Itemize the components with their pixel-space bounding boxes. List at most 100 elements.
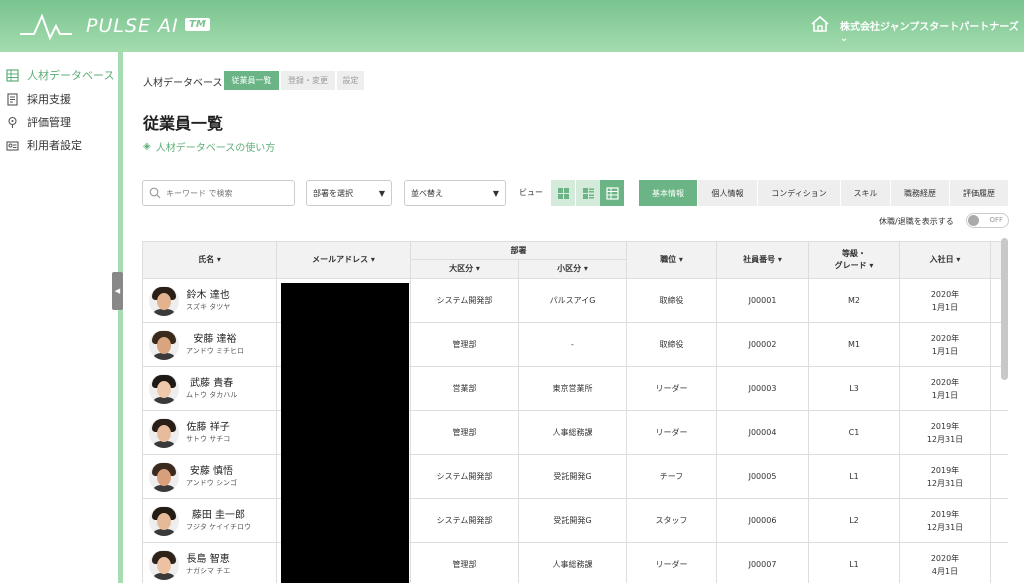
table-row-name[interactable]: 安藤 達裕 アンドウ ミチヒロ (142, 322, 277, 367)
sidebar-item-label: 利用者設定 (27, 139, 82, 152)
grade-cell: M2 (808, 278, 900, 323)
sidebar-item-label: 採用支援 (27, 93, 71, 106)
grade-cell: M1 (808, 322, 900, 367)
view-list-detail-button[interactable] (576, 180, 600, 206)
tab-work-history[interactable]: 職務経歴 (891, 180, 950, 206)
employee-name-kanji: 佐藤 祥子 (186, 421, 230, 433)
employee-name: 藤田 圭一郎 フジタ ケイイチロウ (186, 509, 251, 533)
sidebar-collapse-button[interactable]: ◀ (112, 272, 123, 310)
position-cell: リーダー (626, 410, 717, 455)
view-grid-button[interactable] (551, 180, 575, 206)
joined-year: 2020年 (930, 553, 960, 563)
home-icon[interactable] (810, 14, 830, 34)
header-minor-division[interactable]: 小区分 ▾ (518, 259, 627, 279)
position-cell: リーダー (626, 542, 717, 583)
caret-down-icon: ▼ (492, 188, 499, 198)
employee-name-kanji: 藤田 圭一郎 (191, 509, 246, 521)
company-menu[interactable]: 株式会社ジャンプスタートパートナーズ ⌄ (840, 18, 1024, 44)
header-name[interactable]: 氏名 ▾ (142, 241, 277, 279)
avatar-body (151, 528, 177, 536)
employee-name: 安藤 慎悟 アンドウ シンゴ (186, 465, 237, 489)
employee-name-kana: ムトウ タカハル (186, 390, 238, 399)
show-retired-toggle[interactable]: OFF (966, 213, 1009, 228)
toggle-label: 休職/退職を表示する (879, 217, 954, 226)
tab-personal-info[interactable]: 個人情報 (698, 180, 758, 206)
department-select-value: 部署を選択 (313, 188, 353, 198)
table-row-name[interactable]: 武藤 貴春 ムトウ タカハル (142, 366, 277, 411)
department-select[interactable]: 部署を選択 ▼ (306, 180, 392, 206)
sort-select[interactable]: 並べ替え ▼ (404, 180, 506, 206)
header-employee-number[interactable]: 社員番号 ▾ (716, 241, 809, 279)
joined-day: 1月1日 (931, 390, 959, 400)
tab-condition[interactable]: コンディション (758, 180, 841, 206)
tab-basic-info[interactable]: 基本情報 (639, 180, 698, 206)
table-row-name[interactable]: 佐藤 祥子 サトウ サチコ (142, 410, 277, 455)
tab-skills[interactable]: スキル (841, 180, 891, 206)
minor-cell: 受託開発G (518, 454, 627, 499)
avatar[interactable] (149, 461, 179, 492)
avatar[interactable] (149, 505, 179, 536)
major-cell: 営業部 (410, 366, 519, 411)
header-department: 部署 (410, 241, 627, 260)
avatar-body (151, 352, 177, 360)
table-row-name[interactable]: 藤田 圭一郎 フジタ ケイイチロウ (142, 498, 277, 543)
joined-date-cell: 2020年 4月1日 (899, 542, 991, 583)
tab-evaluation-history[interactable]: 評価履歴 (950, 180, 1009, 206)
avatar[interactable] (149, 549, 179, 580)
header-major-division[interactable]: 大区分 ▾ (410, 259, 519, 279)
breadcrumb-title: 人材データベース (143, 78, 223, 89)
joined-day: 12月31日 (926, 478, 964, 488)
employee-name-kanji: 安藤 達裕 (193, 333, 237, 345)
employee-name-kana: アンドウ シンゴ (186, 478, 237, 487)
no-cell: J00003 (716, 366, 809, 411)
avatar-face (157, 380, 171, 398)
search-box[interactable] (142, 180, 295, 206)
view-table-button[interactable] (600, 180, 624, 206)
joined-date-value: 2020年 4月1日 (931, 552, 959, 578)
employee-name-kana: アンドウ ミチヒロ (186, 346, 244, 355)
joined-date-value: 2020年 1月1日 (931, 288, 959, 314)
tab-register-edit[interactable]: 登録・変更 (281, 71, 335, 90)
sidebar-item-evaluation[interactable]: 評価管理 (6, 112, 71, 132)
header-position[interactable]: 職位 ▾ (626, 241, 717, 279)
header-joined-date[interactable]: 入社日 ▾ (899, 241, 991, 279)
grade-cell: L2 (808, 498, 900, 543)
major-cell: システム開発部 (410, 278, 519, 323)
header-grade[interactable]: 等級・ グレード ▾ (808, 241, 900, 279)
joined-date-value: 2019年 12月31日 (927, 420, 963, 446)
table-row-name[interactable]: 安藤 慎悟 アンドウ シンゴ (142, 454, 277, 499)
email-redaction-block (281, 283, 409, 583)
sidebar-item-user-settings[interactable]: 利用者設定 (6, 135, 82, 155)
major-cell: 管理部 (410, 322, 519, 367)
table-scrollbar[interactable] (1001, 238, 1008, 380)
joined-year: 2020年 (930, 289, 960, 299)
avatar[interactable] (149, 417, 179, 448)
avatar[interactable] (149, 373, 179, 404)
sidebar-item-label: 人材データベース (27, 69, 115, 82)
employee-name-kanji: 長島 智恵 (186, 553, 230, 565)
avatar[interactable] (149, 285, 179, 316)
sidebar-item-recruiting[interactable]: 採用支援 (6, 89, 71, 109)
employee-name-kanji: 武藤 貴春 (190, 377, 234, 389)
page-title: 従業員一覧 (143, 114, 224, 133)
table-row-name[interactable]: 鈴木 達也 スズキ タツヤ (142, 278, 277, 323)
grade-cell: L1 (808, 454, 900, 499)
employee-name-kanji: 鈴木 達也 (186, 289, 230, 301)
tab-settings[interactable]: 設定 (337, 71, 364, 90)
help-link[interactable]: ◈ 人材データベースの使い方 (143, 139, 275, 154)
grade-cell: C1 (808, 410, 900, 455)
logo-text[interactable]: PULSE AI (86, 15, 179, 37)
grade-cell: L3 (808, 366, 900, 411)
employee-name-kanji: 安藤 慎悟 (189, 465, 234, 477)
tab-employee-list[interactable]: 従業員一覧 (224, 71, 279, 90)
search-input[interactable] (166, 188, 291, 198)
avatar[interactable] (149, 329, 179, 360)
employee-name: 鈴木 達也 スズキ タツヤ (186, 289, 230, 313)
table-row-name[interactable]: 長島 智恵 ナガシマ チエ (142, 542, 277, 583)
header-email[interactable]: メールアドレス ▾ (276, 241, 411, 279)
pulse-logo-icon[interactable] (20, 12, 72, 42)
chevron-left-icon: ◀ (114, 287, 121, 295)
sidebar-item-talent-database[interactable]: 人材データベース (6, 65, 114, 85)
employee-name: 佐藤 祥子 サトウ サチコ (186, 421, 230, 445)
employee-name: 武藤 貴春 ムトウ タカハル (186, 377, 237, 401)
